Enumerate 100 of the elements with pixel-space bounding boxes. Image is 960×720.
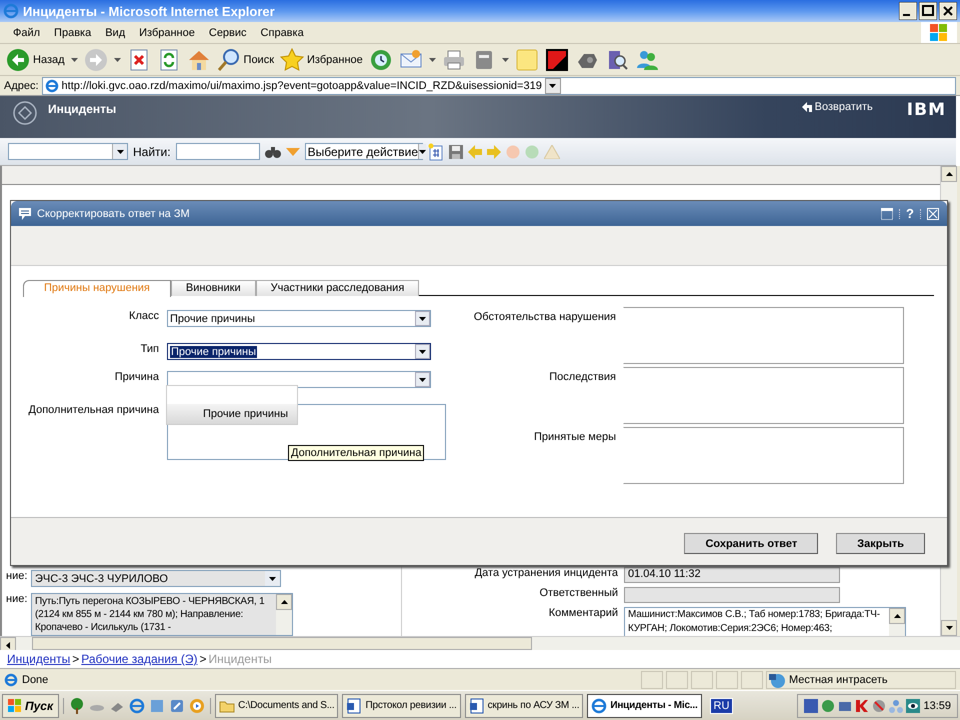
field-label: ние:: [5, 570, 27, 582]
menu-item[interactable]: Избранное: [132, 26, 202, 38]
help-button[interactable]: ?: [906, 206, 914, 221]
warning-icon: [544, 144, 560, 158]
status-text: Done: [22, 674, 48, 686]
browser-icon: [3, 3, 19, 19]
tooltip: Дополнительная причина: [288, 445, 424, 461]
return-link[interactable]: Возвратить: [802, 101, 873, 113]
browser-icon: [4, 672, 18, 686]
field-label: Ответственный: [538, 587, 618, 599]
star-button[interactable]: Избранное: [280, 48, 363, 72]
text-field[interactable]: [624, 587, 840, 603]
maximize-icon[interactable]: [919, 2, 937, 20]
field-label: Причина: [114, 371, 159, 383]
breadcrumb-separator: >: [72, 652, 80, 666]
dialog-button[interactable]: Сохранить ответ: [684, 533, 818, 554]
menu-item[interactable]: Вид: [98, 26, 132, 38]
breadcrumb-link[interactable]: Рабочие задания (Э): [81, 652, 198, 666]
network-icon[interactable]: [821, 698, 836, 712]
language-indicator[interactable]: RU: [710, 698, 734, 714]
browser-icon: [44, 78, 59, 92]
address-field[interactable]: http://loki.gvc.oao.rzd/maximo/ui/maximo.jsp?event=gotoapp&value=INCID_RZD&uisessionid=319: [42, 76, 956, 94]
intranet-icon: [769, 672, 785, 688]
filter-select[interactable]: [8, 143, 128, 160]
printer-icon[interactable]: [442, 48, 466, 72]
tab[interactable]: Участники расследования: [256, 280, 420, 296]
text-field[interactable]: 01.04.10 11:32: [624, 567, 840, 583]
scroll-up-icon: [946, 172, 952, 176]
field-label: Дополнительная причина: [28, 404, 159, 416]
taskbar-button[interactable]: Прстокол ревизии ...: [342, 694, 461, 718]
document-icon: [346, 698, 362, 714]
select-field[interactable]: Прочие причины: [167, 310, 431, 327]
caret-icon: [419, 150, 426, 154]
caret-icon: [549, 84, 556, 88]
breadcrumb-separator: >: [199, 652, 206, 666]
location-text-area[interactable]: Путь:Путь перегона КОЗЫРЕВО - ЧЕРНЯВСКАЯ, 1 (2124 км 855 м - 2144 км 780 м); Направление: Кропачево - Исилькуль (1731 -: [31, 593, 293, 636]
eye-icon[interactable]: [906, 698, 920, 712]
stop-circle-icon: [506, 144, 520, 158]
browser-icon: [591, 698, 608, 714]
menu-item[interactable]: Сервис: [202, 26, 254, 38]
dropdown-option[interactable]: Прочие причины: [167, 404, 297, 424]
binoculars-icon[interactable]: [264, 144, 281, 158]
comment-text-area[interactable]: Машинист:Максимов С.В.; Таб номер:1783; Бригада:ТЧ-КУРГАН; Локомотив:Серия:2ЭС6; Номер:463;: [624, 607, 906, 637]
status-pane: [691, 670, 713, 688]
field-label: ние:: [5, 593, 27, 605]
search-button[interactable]: Поиск: [216, 48, 274, 72]
field-label: Комментарий: [548, 607, 618, 619]
star-icon: [280, 48, 304, 72]
taskbar-button[interactable]: C:\Documents and S...: [215, 694, 338, 718]
menu-item[interactable]: Справка: [254, 26, 311, 38]
breadcrumb-link[interactable]: Инциденты: [7, 652, 70, 666]
antivirus-icon[interactable]: [544, 48, 569, 72]
station-select[interactable]: ЭЧС-3 ЭЧС-3 ЧУРИЛОВО: [31, 570, 281, 587]
new-record-icon[interactable]: [428, 142, 444, 160]
scroll-up-icon: [894, 614, 900, 618]
document-icon: [468, 698, 485, 714]
select-field[interactable]: [167, 371, 431, 388]
caret-icon: [269, 576, 276, 580]
return-arrow-icon: [802, 102, 812, 112]
editor-icon[interactable]: [169, 698, 186, 714]
status-pane: [666, 670, 688, 688]
breadcrumb-current: Инциденты: [208, 652, 272, 666]
taskbar-button[interactable]: Инциденты - Mic...: [587, 694, 702, 718]
dialog-title: Скорректировать ответ на ЗМ: [37, 208, 191, 220]
browser-icon[interactable]: [129, 698, 146, 714]
search-icon: [216, 48, 241, 72]
save-icon[interactable]: [448, 144, 463, 158]
zone-text: Местная интрасеть: [789, 674, 888, 686]
scroll-up-icon: [280, 600, 288, 604]
menu-item[interactable]: Правка: [47, 26, 98, 38]
taskbar-button[interactable]: скринь по АСУ ЗМ ...: [464, 694, 584, 718]
blocked-icon[interactable]: [872, 698, 886, 712]
menu-item[interactable]: Файл: [6, 26, 48, 38]
field-label: Последствия: [548, 370, 616, 383]
select-field[interactable]: Прочие причины: [167, 343, 431, 360]
window-icon[interactable]: [881, 208, 894, 220]
clock: 13:59: [923, 700, 951, 712]
status-pane: [741, 670, 763, 688]
close-icon[interactable]: [939, 2, 957, 20]
comment-icon: [19, 208, 31, 220]
find-label: Найти:: [133, 144, 171, 158]
app-logo-icon: [12, 100, 38, 126]
field-label: Тип: [140, 343, 159, 355]
caret-icon: [419, 316, 426, 320]
horizontal-scrollbar[interactable]: [0, 636, 960, 650]
action-select[interactable]: Выберите действие: [304, 143, 423, 160]
tree-icon[interactable]: [69, 698, 86, 714]
tab[interactable]: Виновники: [170, 280, 256, 296]
back-arrow-button[interactable]: Назад: [6, 48, 65, 72]
minimize-icon[interactable]: [899, 2, 917, 20]
app-title: Инциденты: [48, 102, 118, 116]
find-field[interactable]: [176, 143, 260, 160]
history-icon[interactable]: [368, 48, 393, 72]
dropdown-arrow-icon[interactable]: [286, 146, 300, 156]
start-button[interactable]: Пуск: [2, 694, 60, 718]
media-player-icon[interactable]: [189, 698, 206, 714]
scroll-left-icon: [6, 642, 10, 648]
brand-logo: IBM: [906, 100, 946, 120]
status-pane: [641, 670, 663, 688]
dialog-button[interactable]: Закрыть: [836, 533, 925, 554]
